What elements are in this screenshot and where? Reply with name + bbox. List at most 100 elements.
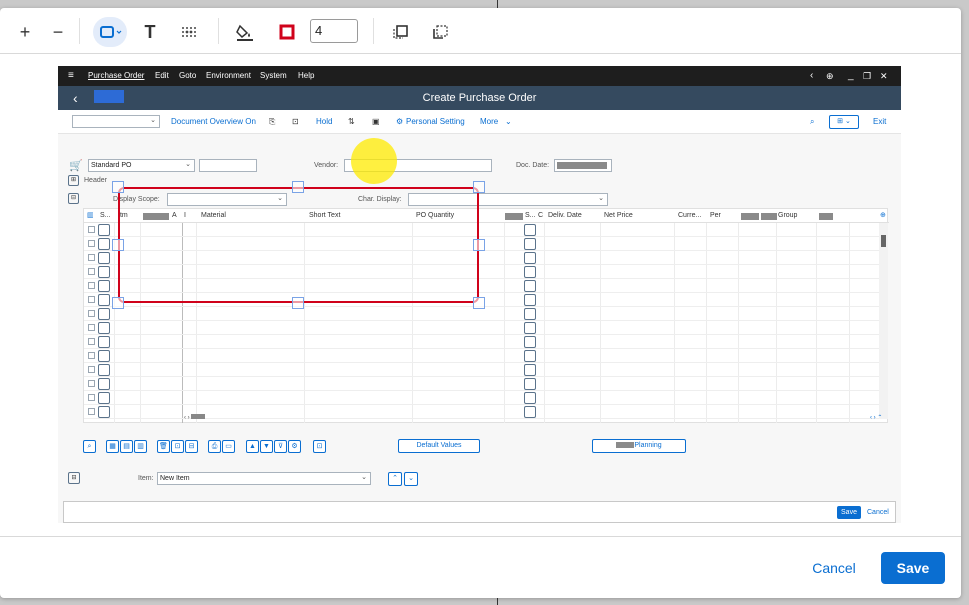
bring-forward-button[interactable] [389, 20, 413, 44]
zoom-out-button[interactable]: − [47, 20, 69, 44]
expand-header-icon[interactable]: ⊞ [68, 175, 79, 186]
zoom-in-button[interactable]: + [14, 20, 36, 44]
row-status-box[interactable] [524, 378, 536, 390]
collapse-items-icon[interactable]: ⊟ [68, 193, 79, 204]
next-item-button[interactable]: ⌄ [404, 472, 418, 486]
print-preview-icon[interactable]: ▣ [372, 110, 380, 134]
row-status-box[interactable] [524, 294, 536, 306]
minimize-icon[interactable]: _ [848, 66, 854, 86]
row-status-box[interactable] [524, 224, 536, 236]
sap-cancel-button[interactable]: Cancel [867, 506, 889, 519]
resize-handle-bottom-right[interactable] [473, 297, 485, 309]
table-row[interactable] [84, 307, 879, 321]
exit-button[interactable]: Exit [873, 110, 886, 134]
table-row[interactable] [84, 335, 879, 349]
restore-icon[interactable]: ❐ [863, 66, 871, 86]
row-status-box[interactable] [524, 322, 536, 334]
row-status-box[interactable] [98, 406, 110, 418]
row-status-box[interactable] [524, 350, 536, 362]
row-status-box[interactable] [524, 336, 536, 348]
row-selector-checkbox[interactable] [88, 254, 95, 261]
check-icon[interactable]: ⇅ [348, 110, 355, 134]
column-header-deliv-date[interactable]: Deliv. Date [548, 209, 582, 223]
delete-icon[interactable]: 🗑 [157, 440, 170, 453]
menu-system[interactable]: System [260, 66, 287, 86]
column-header-per[interactable]: Per [710, 209, 721, 223]
planning-button[interactable]: Planning [592, 439, 686, 453]
row-status-box[interactable] [98, 266, 110, 278]
table-row[interactable] [84, 321, 879, 335]
unlock-item-icon[interactable]: ⊟ [185, 440, 198, 453]
row-selector-checkbox[interactable] [88, 338, 95, 345]
search-icon[interactable]: ⌕ [810, 110, 814, 134]
row-status-box[interactable] [524, 308, 536, 320]
lock-item-icon[interactable]: ⊡ [171, 440, 184, 453]
save-button[interactable]: Save [881, 552, 945, 584]
default-values-button[interactable]: Default Values [398, 439, 480, 453]
row-selector-checkbox[interactable] [88, 226, 95, 233]
vertical-scrollbar[interactable] [879, 223, 888, 419]
scroll-arrows-right[interactable]: ‹ › ⌃ [870, 414, 882, 421]
item-detail-toggle-icon[interactable]: ⊟ [68, 472, 80, 484]
document-type-select[interactable]: Standard PO ⌄ [88, 159, 195, 172]
column-header-currency[interactable]: Curre... [678, 209, 701, 223]
row-selector-checkbox[interactable] [88, 324, 95, 331]
sort-descending-icon[interactable]: ▼ [260, 440, 273, 453]
more-button[interactable]: More [480, 110, 498, 134]
resize-handle-bottom[interactable] [292, 297, 304, 309]
create-icon[interactable]: ⎘ [269, 110, 275, 134]
menu-purchase-order[interactable]: Purchase Order [88, 66, 144, 86]
personal-setting-button[interactable]: Personal Setting [406, 110, 465, 134]
row-selector-checkbox[interactable] [88, 282, 95, 289]
row-status-box[interactable] [98, 294, 110, 306]
row-selector-checkbox[interactable] [88, 394, 95, 401]
table-row[interactable] [84, 349, 879, 363]
horizontal-scroll-arrows[interactable]: ‹ › [184, 414, 214, 422]
previous-item-button[interactable]: ⌃ [388, 472, 402, 486]
select-all-icon[interactable]: ▦ [106, 440, 119, 453]
column-header-net-price[interactable]: Net Price [604, 209, 633, 223]
row-status-box[interactable] [524, 238, 536, 250]
item-select[interactable]: New Item ⌄ [157, 472, 371, 485]
row-status-box[interactable] [98, 378, 110, 390]
resize-handle-bottom-left[interactable] [112, 297, 124, 309]
table-settings-icon[interactable]: ▥ [87, 209, 94, 223]
row-status-box[interactable] [98, 322, 110, 334]
row-status-box[interactable] [98, 350, 110, 362]
document-overview-button[interactable]: Document Overview On [171, 110, 256, 134]
row-selector-checkbox[interactable] [88, 366, 95, 373]
cancel-button[interactable]: Cancel [800, 552, 868, 584]
row-status-box[interactable] [98, 392, 110, 404]
po-number-field[interactable] [199, 159, 257, 172]
filter-icon[interactable]: ⊽ [274, 440, 287, 453]
copy-icon[interactable]: ▥ [134, 440, 147, 453]
row-selector-checkbox[interactable] [88, 268, 95, 275]
details-icon[interactable]: ⌕ [83, 440, 96, 453]
row-status-box[interactable] [524, 392, 536, 404]
resize-handle-top[interactable] [292, 181, 304, 193]
send-backward-button[interactable] [429, 20, 453, 44]
row-status-box[interactable] [98, 238, 110, 250]
resize-handle-top-left[interactable] [112, 181, 124, 193]
row-status-box[interactable] [98, 336, 110, 348]
row-status-box[interactable] [98, 308, 110, 320]
menu-goto[interactable]: Goto [179, 66, 196, 86]
row-status-box[interactable] [524, 266, 536, 278]
blur-tool-button[interactable] [177, 20, 201, 44]
column-header-s2[interactable]: S... [525, 209, 536, 223]
row-status-box[interactable] [98, 280, 110, 292]
stroke-width-input[interactable]: 4 [310, 19, 358, 43]
resize-handle-right[interactable] [473, 239, 485, 251]
deselect-all-icon[interactable]: ▤ [120, 440, 133, 453]
close-icon[interactable]: ✕ [880, 66, 888, 86]
row-status-box[interactable] [98, 364, 110, 376]
command-field[interactable]: ⌄ [72, 115, 160, 128]
rectangle-tool-button[interactable] [97, 20, 125, 44]
resize-handle-left[interactable] [112, 239, 124, 251]
stroke-color-button[interactable] [275, 20, 299, 44]
row-selector-checkbox[interactable] [88, 310, 95, 317]
row-status-box[interactable] [98, 224, 110, 236]
doc-date-field[interactable] [554, 159, 612, 172]
row-status-box[interactable] [98, 252, 110, 264]
resize-handle-top-right[interactable] [473, 181, 485, 193]
